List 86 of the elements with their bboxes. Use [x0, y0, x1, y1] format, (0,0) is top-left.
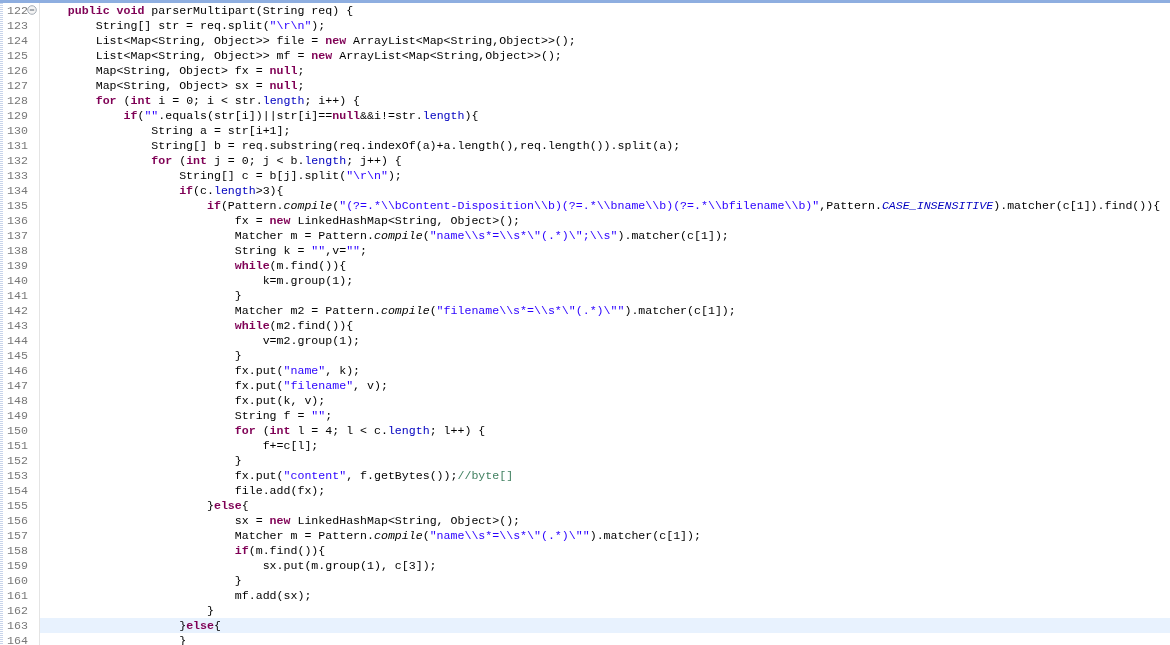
line-number: 151: [7, 438, 28, 453]
collapse-icon[interactable]: [27, 5, 37, 15]
line-number: 162: [7, 603, 28, 618]
line-number: 132: [7, 153, 28, 168]
line-number: 146: [7, 363, 28, 378]
line-number: 160: [7, 573, 28, 588]
line-number: 130: [7, 123, 28, 138]
code-line: sx = new LinkedHashMap<String, Object>();: [234, 514, 521, 527]
code-line: }: [234, 349, 242, 362]
line-number: 157: [7, 528, 28, 543]
line-number: 137: [7, 228, 28, 243]
code-line: fx = new LinkedHashMap<String, Object>();: [234, 214, 521, 227]
code-line: }else{: [207, 499, 249, 512]
line-number: 136: [7, 213, 28, 228]
line-number: 141: [7, 288, 28, 303]
code-line: f+=c[l];: [262, 439, 319, 452]
code-line: for (int i = 0; i < str.length; i++) {: [95, 94, 361, 107]
code-line: fx.put(k, v);: [234, 394, 326, 407]
line-number: 161: [7, 588, 28, 603]
line-number: 152: [7, 453, 28, 468]
line-number: 154: [7, 483, 28, 498]
code-line: }: [234, 289, 242, 302]
code-line: Matcher m = Pattern.compile("name\\s*=\\s*\"(.*)\";\\s").matcher(c[1]);: [234, 229, 729, 242]
line-number: 127: [7, 78, 28, 93]
line-number: 138: [7, 243, 28, 258]
code-line: sx.put(m.group(1), c[3]);: [262, 559, 437, 572]
line-number: 158: [7, 543, 28, 558]
line-number: 123: [7, 18, 28, 33]
code-line: while(m.find()){: [234, 259, 347, 272]
line-number: 142: [7, 303, 28, 318]
line-number: 126: [7, 63, 28, 78]
code-line: if(m.find()){: [234, 544, 326, 557]
line-number: 149: [7, 408, 28, 423]
line-number: 148: [7, 393, 28, 408]
code-line: Matcher m2 = Pattern.compile("filename\\s*=\\s*\"(.*)\"").matcher(c[1]);: [234, 304, 736, 317]
code-line: }: [234, 574, 242, 587]
line-number: 124: [7, 33, 28, 48]
line-number: 134: [7, 183, 28, 198]
code-line: }: [207, 604, 214, 617]
code-line: v=m2.group(1);: [262, 334, 361, 347]
line-number: 128: [7, 93, 28, 108]
line-number: 135: [7, 198, 28, 213]
code-line: if(Pattern.compile("(?=.*\\bContent-Disposition\\b)(?=.*\\bname\\b)(?=.*\\bfilename\\b)",Pattern.CASE_INSENSITIVE).matcher(c[1]).find()){: [207, 199, 1161, 212]
code-line: Matcher m = Pattern.compile("name\\s*=\\s*\"(.*)\"").matcher(c[1]);: [234, 529, 701, 542]
line-number: 155: [7, 498, 28, 513]
code-line: List<Map<String, Object>> file = new ArrayList<Map<String,Object>>();: [95, 34, 576, 47]
code-line: file.add(fx);: [234, 484, 326, 497]
code-line: }: [234, 454, 242, 467]
code-line: if("".equals(str[i])||str[i]==null&&i!=str.length){: [123, 109, 479, 122]
code-line: for (int j = 0; j < b.length; j++) {: [151, 154, 402, 167]
line-number: 147: [7, 378, 28, 393]
code-line: public void parserMultipart(String req) {: [67, 4, 354, 17]
line-number: 145: [7, 348, 28, 363]
code-line: Map<String, Object> fx = null;: [95, 64, 305, 77]
line-number: 159: [7, 558, 28, 573]
line-number: 156: [7, 513, 28, 528]
line-number: 143: [7, 318, 28, 333]
code-line: k=m.group(1);: [262, 274, 354, 287]
line-number: 122: [7, 3, 28, 18]
code-line: String[] str = req.split("\r\n");: [95, 19, 326, 32]
line-number: 144: [7, 333, 28, 348]
code-line: fx.put("filename", v);: [234, 379, 388, 392]
line-number: 131: [7, 138, 28, 153]
code-line: if(c.length>3){: [179, 184, 284, 197]
code-line: List<Map<String, Object>> mf = new ArrayList<Map<String,Object>>();: [95, 49, 562, 62]
code-line: String[] b = req.substring(req.indexOf(a)+a.length(),req.length()).split(a);: [151, 139, 681, 152]
line-number: 163: [7, 618, 28, 633]
code-line: String k = "",v="";: [234, 244, 368, 257]
code-line: String a = str[i+1];: [151, 124, 291, 137]
line-number: 153: [7, 468, 28, 483]
line-number: 133: [7, 168, 28, 183]
line-number: 125: [7, 48, 28, 63]
line-number: 140: [7, 273, 28, 288]
code-line: }else{: [179, 619, 221, 632]
code-line: while(m2.find()){: [234, 319, 354, 332]
code-line: for (int l = 4; l < c.length; l++) {: [234, 424, 486, 437]
code-line: mf.add(sx);: [234, 589, 312, 602]
code-line: Map<String, Object> sx = null;: [95, 79, 305, 92]
line-number: 150: [7, 423, 28, 438]
code-line: fx.put("content", f.getBytes());//byte[]: [234, 469, 514, 482]
code-line: String[] c = b[j].split("\r\n");: [179, 169, 402, 182]
code-line: String f = "";: [234, 409, 333, 422]
line-number: 139: [7, 258, 28, 273]
line-number: 164: [7, 633, 28, 645]
code-line: fx.put("name", k);: [234, 364, 361, 377]
line-number: 129: [7, 108, 28, 123]
